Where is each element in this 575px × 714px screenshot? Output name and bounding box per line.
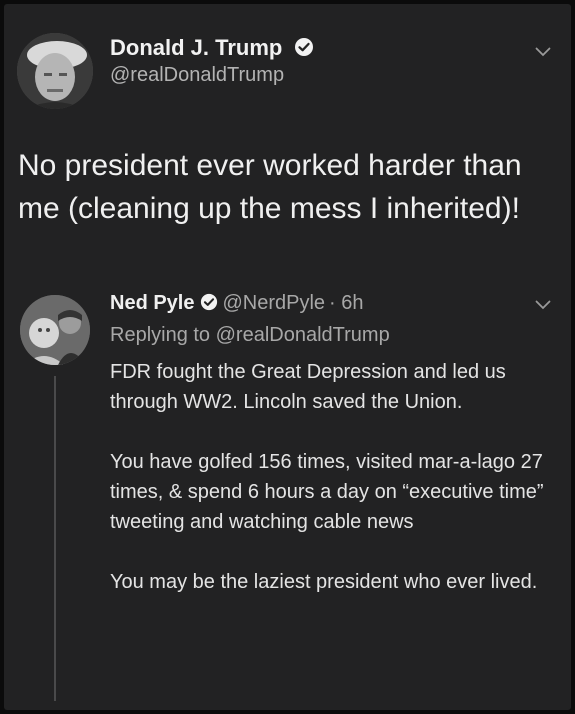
reply-author-name[interactable]: Ned Pyle [110,292,194,314]
tweet-screenshot: Donald J. Trump @realDonaldTrump No pres… [4,4,571,710]
author-name-label: Donald J. Trump [110,35,283,60]
reply-header: Ned Pyle @NerdPyle · 6h [110,292,364,315]
verified-badge-icon [295,38,314,56]
reply-paragraph: You have golfed 156 times, visited mar-a… [110,451,544,533]
author-handle[interactable]: @realDonaldTrump [110,64,284,87]
replying-to-label[interactable]: Replying to @realDonaldTrump [110,324,390,347]
chevron-down-icon[interactable] [535,300,551,310]
author-name[interactable]: Donald J. Trump [110,35,314,61]
reply-timestamp[interactable]: · 6h [329,292,363,314]
tweet-text: No president ever worked harder than me … [18,149,522,225]
reply-avatar[interactable] [20,295,90,365]
avatar[interactable] [17,33,93,109]
chevron-down-icon[interactable] [535,47,551,57]
reply-paragraph: You may be the laziest president who eve… [110,571,538,593]
reply-paragraph: FDR fought the Great Depression and led … [110,361,506,413]
reply-author-handle[interactable]: @NerdPyle [222,292,325,314]
verified-badge-icon [201,293,218,311]
thread-connector-line [54,376,56,701]
reply-text: FDR fought the Great Depression and led … [110,357,550,627]
